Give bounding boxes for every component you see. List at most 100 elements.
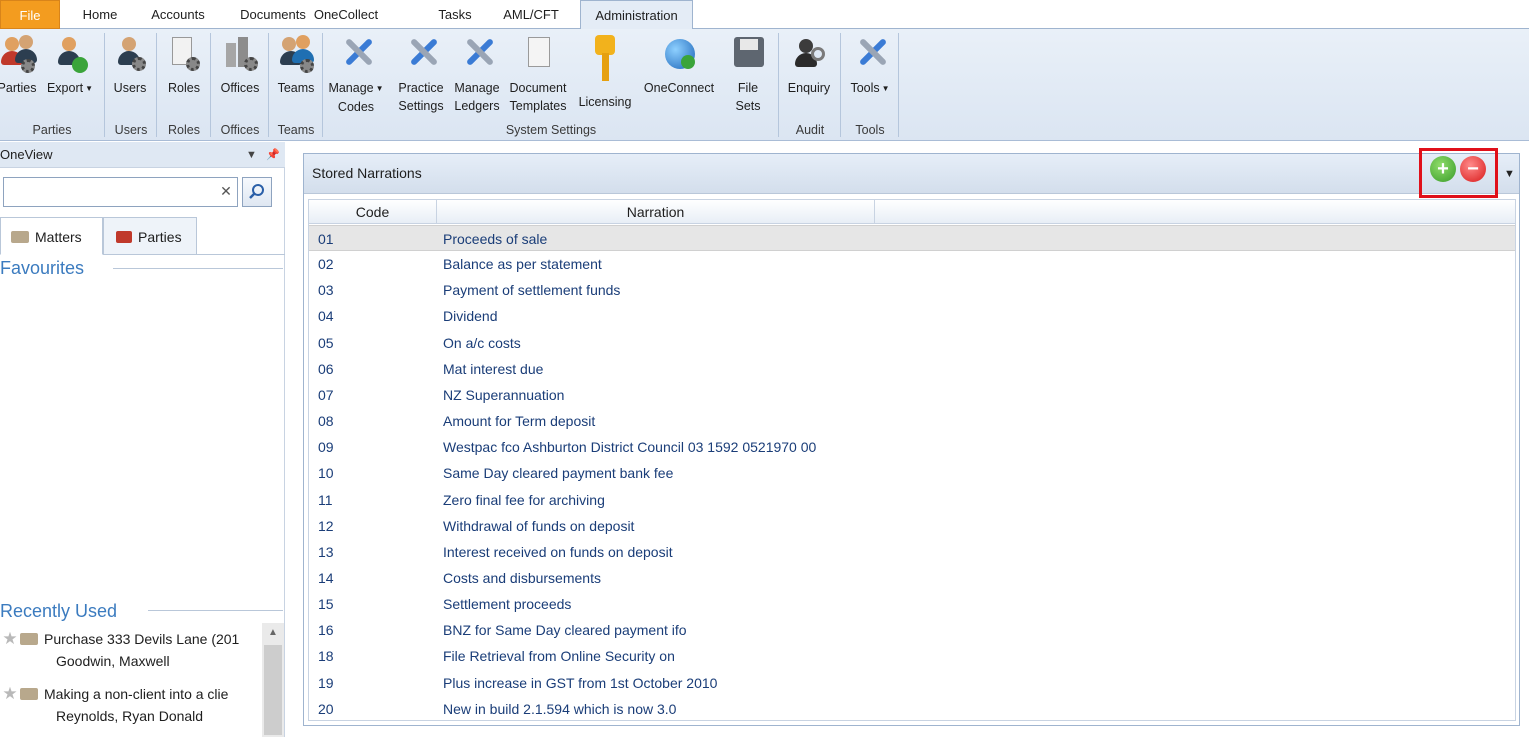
tools-button[interactable]: Tools ▼ [842, 33, 898, 98]
wrench-screwdriver-icon [850, 33, 890, 75]
oneview-title: OneView [0, 147, 53, 162]
parties-icon [116, 231, 132, 244]
highlight-box: + − [1419, 148, 1498, 198]
cell-narration: Amount for Term deposit [443, 413, 596, 430]
cell-code: 06 [318, 360, 334, 377]
minus-circle-icon: − [1467, 158, 1479, 180]
clear-icon[interactable]: ✕ [218, 183, 234, 199]
practice-settings-button[interactable]: Practice Settings [394, 33, 448, 115]
cell-code: 20 [318, 700, 334, 717]
group-teams: Teams [277, 123, 315, 137]
cell-code: 07 [318, 386, 334, 403]
tab-parties[interactable]: Parties [103, 217, 197, 255]
file-sets-button[interactable]: File Sets [726, 33, 770, 115]
table-row[interactable]: 19 Plus increase in GST from 1st October … [309, 670, 1515, 696]
table-row[interactable]: 07 NZ Superannuation [309, 382, 1515, 408]
column-header-code[interactable]: Code [309, 200, 437, 224]
cell-narration: Same Day cleared payment bank fee [443, 465, 674, 482]
favourites-divider [113, 268, 283, 269]
table-row[interactable]: 06 Mat interest due [309, 356, 1515, 382]
table-row[interactable]: 16 BNZ for Same Day cleared payment ifo [309, 617, 1515, 643]
panel-header: Stored Narrations + − ▼ [304, 148, 1519, 198]
cell-narration: Settlement proceeds [443, 596, 572, 613]
narrations-grid: Code Narration 01 Proceeds of sale 02 Balan… [308, 199, 1516, 721]
parties-button[interactable]: Parties [0, 33, 40, 97]
tab-accounts[interactable]: Accounts [140, 0, 216, 29]
detective-magnifier-icon [789, 33, 829, 75]
table-row[interactable]: 02 Balance as per statement [309, 251, 1515, 277]
tab-home[interactable]: Home [70, 0, 130, 29]
enquiry-button[interactable]: Enquiry [782, 33, 836, 97]
roles-button[interactable]: Roles [160, 33, 208, 97]
users-button[interactable]: Users [108, 33, 152, 97]
cell-code: 14 [318, 569, 334, 586]
scroll-thumb[interactable] [264, 645, 282, 735]
globe-icon [659, 33, 699, 75]
table-row[interactable]: 20 New in build 2.1.594 which is now 3.0 [309, 696, 1515, 722]
ribbon: Parties Export ▼ Parties Users Users Role… [0, 29, 1529, 141]
cell-code: 03 [318, 282, 334, 299]
star-icon[interactable]: ★ [0, 628, 20, 650]
ribbon-separator [898, 33, 899, 137]
cell-code: 02 [318, 256, 334, 273]
caret-down-icon: ▼ [881, 83, 890, 93]
table-row[interactable]: 11 Zero final fee for archiving [309, 487, 1515, 513]
tab-tasks[interactable]: Tasks [428, 0, 482, 29]
panel-menu-caret-icon[interactable]: ▼ [1504, 168, 1515, 180]
star-icon[interactable]: ★ [0, 683, 20, 705]
tab-matters[interactable]: Matters [0, 217, 103, 255]
group-offices: Offices [220, 123, 260, 137]
ribbon-separator [322, 33, 323, 137]
export-button[interactable]: Export ▼ [44, 33, 96, 98]
table-row[interactable]: 04 Dividend [309, 303, 1515, 329]
tab-file[interactable]: File [0, 0, 60, 29]
group-roles: Roles [168, 123, 200, 137]
offices-button[interactable]: Offices [214, 33, 266, 97]
teams-button[interactable]: Teams [272, 33, 320, 97]
table-row[interactable]: 13 Interest received on funds on deposit [309, 539, 1515, 565]
cell-code: 19 [318, 674, 334, 691]
tab-onecollect[interactable]: OneCollect [303, 0, 389, 29]
roles-clipboard-icon [164, 33, 204, 75]
scroll-up-icon[interactable]: ▲ [262, 623, 284, 643]
table-row[interactable]: 05 On a/c costs [309, 330, 1515, 356]
table-row[interactable]: 18 File Retrieval from Online Security on [309, 643, 1515, 669]
tab-administration[interactable]: Administration [580, 0, 693, 30]
table-row[interactable]: 14 Costs and disbursements [309, 565, 1515, 591]
cell-narration: Plus increase in GST from 1st October 20… [443, 674, 718, 691]
recent-item[interactable]: ★ Purchase 333 Devils Lane (201 Goodwin, … [0, 628, 262, 672]
cell-narration: Mat interest due [443, 360, 544, 377]
table-row[interactable]: 08 Amount for Term deposit [309, 408, 1515, 434]
table-row[interactable]: 01 Proceeds of sale [309, 225, 1515, 251]
oneconnect-button[interactable]: OneConnect [638, 33, 720, 97]
group-system-settings: System Settings [505, 123, 597, 137]
table-row[interactable]: 10 Same Day cleared payment bank fee [309, 460, 1515, 486]
recent-item-client: Goodwin, Maxwell [56, 653, 170, 669]
add-narration-button[interactable]: + [1430, 156, 1456, 182]
ribbon-separator [210, 33, 211, 137]
licensing-button[interactable]: Licensing [574, 33, 636, 111]
table-row[interactable]: 03 Payment of settlement funds [309, 277, 1515, 303]
cell-narration: Zero final fee for archiving [443, 491, 605, 508]
recent-scrollbar[interactable]: ▲ [262, 623, 284, 737]
column-header-narration[interactable]: Narration [437, 200, 875, 224]
wrench-screwdriver-icon [457, 33, 497, 75]
table-row[interactable]: 09 Westpac fco Ashburton District Council… [309, 434, 1515, 460]
cell-code: 05 [318, 334, 334, 351]
cell-code: 11 [318, 491, 333, 508]
recent-item[interactable]: ★ Making a non-client into a clie Reynold… [0, 683, 262, 727]
pin-icon[interactable]: 📌 [266, 142, 280, 168]
remove-narration-button[interactable]: − [1460, 156, 1486, 182]
document-templates-button[interactable]: Document Templates [506, 33, 570, 115]
search-button[interactable] [242, 177, 272, 207]
table-row[interactable]: 12 Withdrawal of funds on deposit [309, 513, 1515, 539]
cell-code: 13 [318, 543, 334, 560]
pane-menu-caret-icon[interactable]: ▼ [246, 142, 257, 168]
manage-codes-button[interactable]: Manage ▼ Codes [326, 33, 386, 116]
wrench-screwdriver-icon [336, 33, 376, 75]
table-row[interactable]: 15 Settlement proceeds [309, 591, 1515, 617]
tab-aml-cft[interactable]: AML/CFT [494, 0, 568, 29]
cell-narration: BNZ for Same Day cleared payment ifo [443, 622, 687, 639]
manage-ledgers-button[interactable]: Manage Ledgers [450, 33, 504, 115]
oneview-search-input[interactable] [3, 177, 238, 207]
